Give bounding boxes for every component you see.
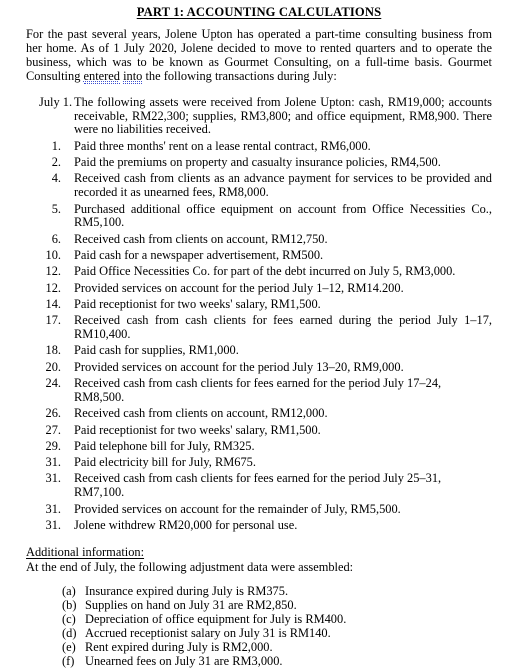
transaction-description: Provided services on account for the per…	[74, 359, 404, 374]
transaction-description: Received cash from cash clients for fees…	[74, 471, 442, 500]
transaction-row: 6. Received cash from clients on account…	[26, 231, 492, 247]
transaction-row: 31. Received cash from cash clients for …	[26, 472, 492, 500]
transaction-date: 31.	[45, 517, 62, 532]
additional-information-subheading: At the end of July, the following adjust…	[26, 559, 354, 574]
transaction-row: 18. Paid cash for supplies, RM1,000.	[26, 344, 492, 358]
transaction-date: 12.	[45, 280, 62, 295]
transaction-description: Paid Office Necessities Co. for part of …	[74, 264, 456, 279]
transaction-date: 18.	[45, 343, 62, 358]
transaction-description: Received cash from cash clients for fees…	[74, 376, 442, 404]
transaction-row: 1. Paid three months' rent on a lease re…	[26, 138, 492, 154]
transaction-description: Paid telephone bill for July, RM325.	[74, 438, 255, 453]
adjustment-data-list: (a) Insurance expired during July is RM3…	[26, 584, 492, 668]
transaction-row: 10. Paid cash for a newspaper advertisem…	[26, 248, 492, 263]
transaction-row: 24. Received cash from cash clients for …	[26, 376, 492, 405]
transaction-date: 31.	[45, 471, 62, 486]
list-item: (f) Unearned fees on July 31 are RM3,000…	[26, 654, 492, 668]
intro-paragraph: For the past several years, Jolene Upton…	[26, 27, 492, 84]
list-item-label: Supplies on hand on July 31 are RM2,850.	[85, 597, 297, 612]
list-item-marker: (a)	[62, 583, 76, 598]
transaction-date: 2.	[51, 155, 61, 170]
spellcheck-flagged-word-entered: entered	[83, 68, 120, 84]
list-item-label: Insurance expired during July is RM375.	[85, 583, 289, 598]
list-item: (b) Supplies on hand on July 31 are RM2,…	[26, 598, 492, 612]
transaction-date: 20.	[45, 359, 62, 374]
transaction-date: 31.	[45, 455, 62, 470]
list-item: (e) Rent expired during July is RM2,000.	[26, 640, 492, 654]
transaction-date: 12.	[45, 264, 62, 279]
transaction-date: 10.	[45, 248, 62, 263]
transaction-description: Purchased additional office equipment on…	[74, 201, 492, 230]
transaction-description: Paid three months' rent on a lease renta…	[74, 138, 371, 153]
transaction-description: Provided services on account for the rem…	[74, 501, 401, 516]
transaction-description: Paid receptionist for two weeks' salary,…	[74, 296, 321, 311]
transaction-date: 29.	[45, 438, 62, 453]
transaction-row: 31. Jolene withdrew RM20,000 for persona…	[26, 517, 492, 533]
page-title: PART 1: ACCOUNTING CALCULATIONS	[136, 5, 382, 19]
list-item-marker: (e)	[62, 640, 76, 655]
transaction-row: July 1. The following assets were receiv…	[26, 94, 492, 138]
list-item: (d) Accrued receptionist salary on July …	[26, 626, 492, 640]
additional-information-section: Additional information: At the end of Ju…	[26, 533, 492, 668]
list-item-label: Depreciation of office equipment for Jul…	[85, 611, 347, 626]
transaction-description: The following assets were received from …	[74, 94, 492, 137]
transaction-description: Paid receptionist for two weeks' salary,…	[74, 422, 321, 437]
transaction-date: 6.	[51, 231, 61, 246]
transaction-row: 27. Paid receptionist for two weeks' sal…	[26, 422, 492, 438]
list-item-marker: (f)	[62, 654, 75, 668]
transaction-description: Received cash from clients as an advance…	[74, 171, 492, 200]
list-item: (a) Insurance expired during July is RM3…	[26, 584, 492, 598]
transaction-row: 20. Provided services on account for the…	[26, 359, 492, 375]
transaction-date: 5.	[51, 201, 61, 216]
transaction-description: Received cash from cash clients for fees…	[74, 313, 492, 342]
transaction-row: 14. Paid receptionist for two weeks' sal…	[26, 296, 492, 312]
transaction-description: Paid cash for a newspaper advertisement,…	[74, 248, 324, 263]
transaction-description: Jolene withdrew RM20,000 for personal us…	[74, 517, 298, 532]
transaction-date: 31.	[45, 501, 62, 516]
list-item: (c) Depreciation of office equipment for…	[26, 612, 492, 626]
transaction-row: 26. Received cash from clients on accoun…	[26, 406, 492, 421]
spellcheck-flagged-word-into: into	[123, 68, 143, 84]
list-item-label: Accrued receptionist salary on July 31 i…	[85, 626, 331, 640]
transaction-description: Received cash from clients on account, R…	[74, 406, 328, 421]
document-page: PART 1: ACCOUNTING CALCULATIONS For the …	[0, 0, 517, 668]
transaction-date: 17.	[45, 313, 62, 328]
list-item-label: Unearned fees on July 31 are RM3,000.	[85, 654, 283, 668]
transaction-row: 29. Paid telephone bill for July, RM325.	[26, 438, 492, 454]
transaction-list: July 1. The following assets were receiv…	[26, 94, 493, 533]
transaction-description: Provided services on account for the per…	[74, 280, 404, 295]
transaction-row: 4. Received cash from clients as an adva…	[26, 171, 492, 200]
transaction-row: 2. Paid the premiums on property and cas…	[26, 155, 492, 170]
transaction-date: 26.	[45, 406, 62, 421]
list-item-marker: (b)	[62, 597, 77, 612]
transaction-row: 17. Received cash from cash clients for …	[26, 313, 493, 342]
transaction-row: 31. Provided services on account for the…	[26, 501, 492, 517]
transaction-description: Paid electricity bill for July, RM675.	[74, 455, 256, 470]
transaction-date: July 1.	[39, 94, 73, 109]
transaction-date: 27.	[45, 422, 62, 437]
transaction-date: 14.	[45, 296, 62, 311]
list-item-label: Rent expired during July is RM2,000.	[85, 640, 273, 655]
intro-text-part-3: the following transactions during July:	[142, 68, 337, 83]
list-item-marker: (d)	[62, 626, 77, 640]
transaction-row: 12. Paid Office Necessities Co. for part…	[26, 264, 492, 279]
additional-information-heading: Additional information:	[26, 544, 145, 559]
list-item-marker: (c)	[62, 611, 76, 626]
transaction-row: 12. Provided services on account for the…	[26, 280, 492, 296]
transaction-row: 5. Purchased additional office equipment…	[26, 201, 492, 231]
transaction-description: Paid the premiums on property and casual…	[74, 155, 441, 170]
transaction-date: 1.	[51, 138, 61, 153]
transaction-description: Received cash from clients on account, R…	[74, 231, 328, 246]
transaction-row: 31. Paid electricity bill for July, RM67…	[26, 455, 492, 470]
transaction-description: Paid cash for supplies, RM1,000.	[74, 343, 239, 358]
transaction-date: 4.	[51, 171, 61, 186]
transaction-date: 24.	[45, 376, 62, 391]
